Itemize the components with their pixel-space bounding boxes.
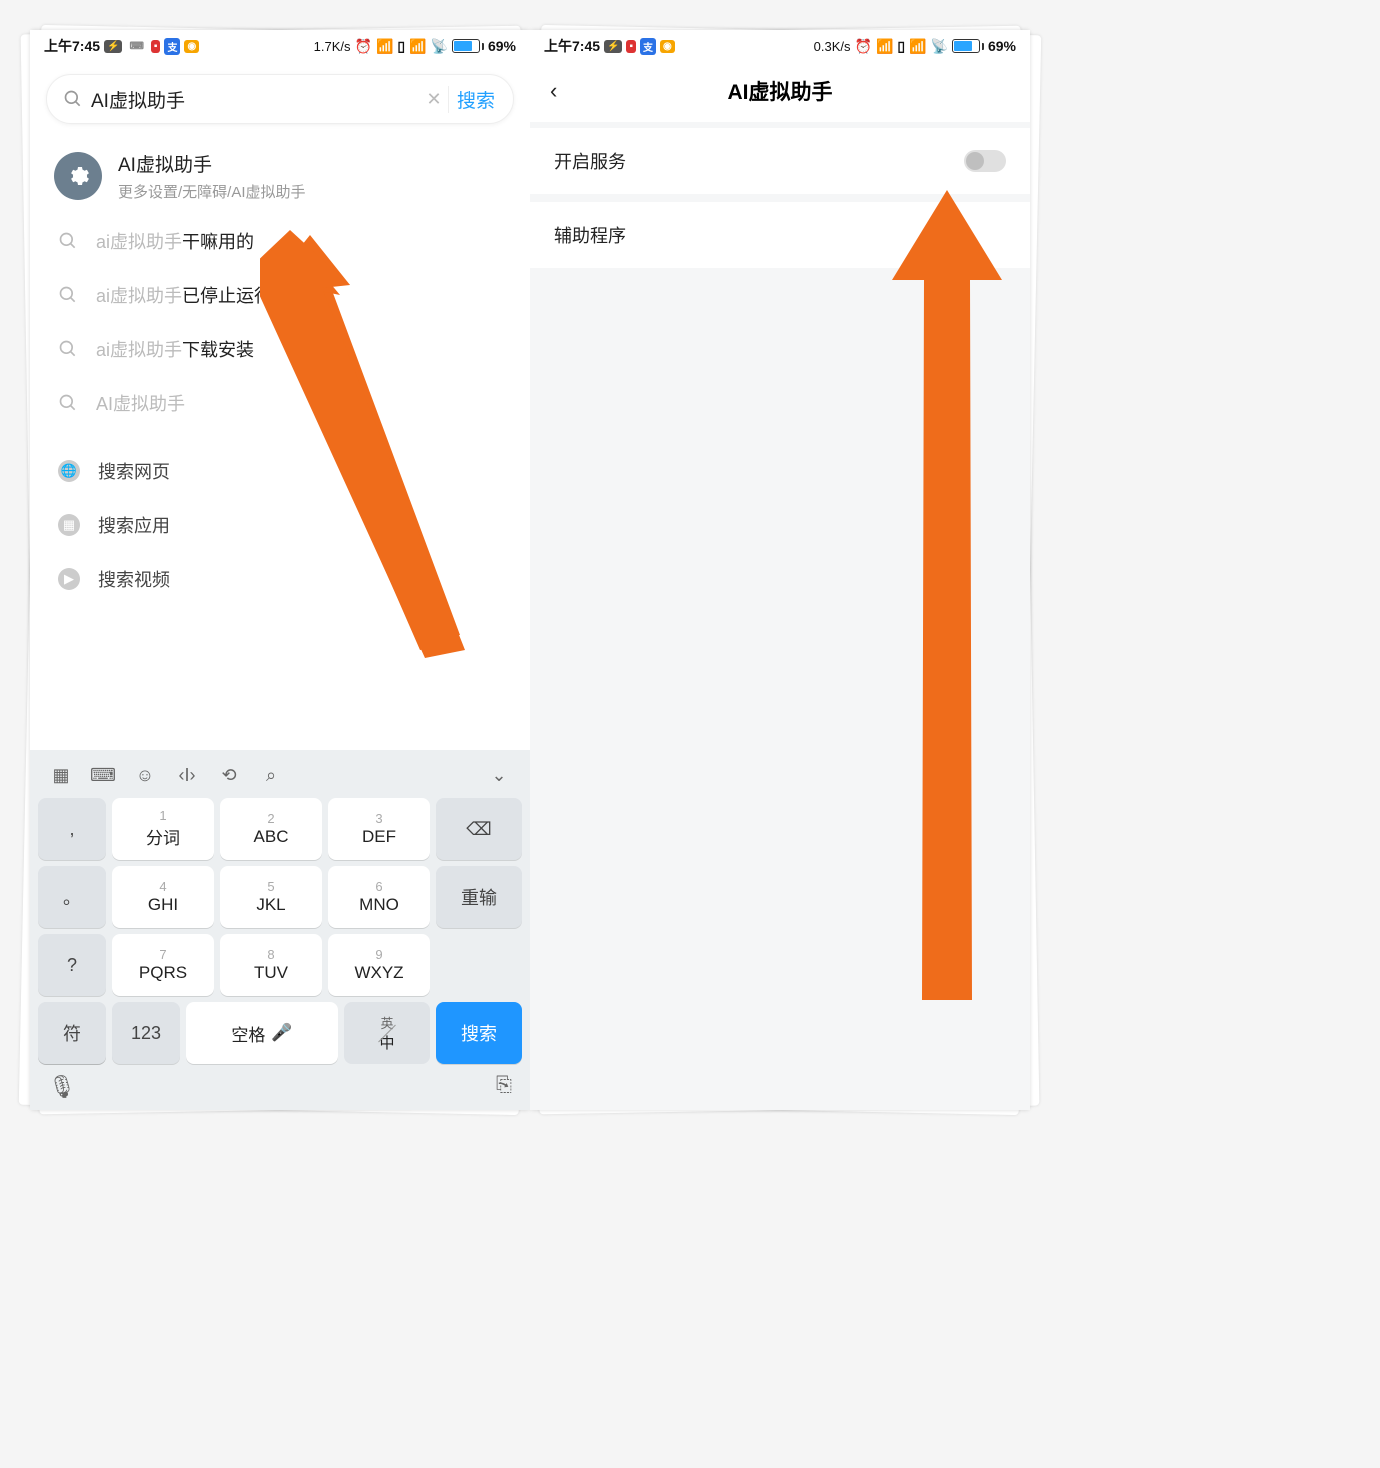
search-web[interactable]: 🌐 搜索网页 [30, 444, 530, 498]
globe-icon: 🌐 [58, 460, 80, 482]
page-title: AI虚拟助手 [728, 76, 833, 106]
status-bar: 上午7:45 ⚡ ▪ 支 ◉ 0.3K/s ⏰ 📶 ▯ 📶 📡 69% [530, 30, 1030, 60]
shield-icon: ⚡ [104, 40, 122, 53]
key-7[interactable]: 7PQRS [112, 934, 214, 996]
weibo-icon: ◉ [660, 40, 675, 53]
kb-keyboard-icon[interactable]: ⌨ [82, 760, 124, 790]
key-1[interactable]: 1分词 [112, 798, 214, 860]
alipay-icon: 支 [164, 38, 180, 55]
back-button[interactable]: ‹ [550, 78, 580, 104]
kb-cursor-icon[interactable]: ‹I› [166, 760, 208, 790]
suggestion-row[interactable]: AI虚拟助手 [30, 376, 530, 430]
assist-program-row[interactable]: 辅助程序 [530, 202, 1030, 268]
mic-icon: 🎤 [271, 1023, 292, 1043]
clipboard-icon[interactable]: ⎘ [496, 1074, 512, 1100]
net-speed: 1.7K/s [314, 39, 351, 54]
key-8[interactable]: 8TUV [220, 934, 322, 996]
keyboard-icon: ⌨ [126, 40, 146, 53]
suggestion-row[interactable]: ai虚拟助手下载安装 [30, 322, 530, 376]
gear-icon [54, 152, 102, 200]
battery-icon [452, 39, 484, 53]
search-button[interactable]: 搜索 [448, 86, 503, 113]
kb-collapse-icon[interactable]: ⌄ [478, 760, 520, 790]
search-icon [58, 285, 78, 305]
suggestion-row[interactable]: ai虚拟助手已停止运行 [30, 268, 530, 322]
key-3[interactable]: 3DEF [328, 798, 430, 860]
key-9[interactable]: 9WXYZ [328, 934, 430, 996]
search-icon [63, 89, 83, 109]
signal-icon: 📶 [876, 38, 893, 55]
battery-icon [952, 39, 984, 53]
alarm-icon: ⏰ [855, 38, 872, 55]
key-symbol[interactable]: 符 [38, 1002, 106, 1064]
key-search[interactable]: 搜索 [436, 1002, 522, 1064]
search-video[interactable]: ▶ 搜索视频 [30, 552, 530, 606]
key-period[interactable]: 。 [38, 866, 106, 928]
key-question[interactable]: ? [38, 934, 106, 996]
battery-pct: 69% [488, 38, 516, 54]
search-icon [58, 393, 78, 413]
clear-button[interactable]: ✕ [420, 89, 448, 110]
kb-grid-icon[interactable]: ▦ [40, 760, 82, 790]
page-header: ‹ AI虚拟助手 [530, 60, 1030, 122]
shield-icon: ⚡ [604, 40, 622, 53]
status-bar: 上午7:45 ⚡ ⌨ ▪ 支 ◉ 1.7K/s ⏰ 📶 ▯ 📶 📡 69% [30, 30, 530, 60]
signal2-icon: 📶 [909, 38, 926, 55]
right-screenshot: 上午7:45 ⚡ ▪ 支 ◉ 0.3K/s ⏰ 📶 ▯ 📶 📡 69% ‹ [530, 30, 1030, 1110]
kb-emoji-icon[interactable]: ☺ [124, 760, 166, 790]
status-time: 上午7:45 [544, 36, 600, 56]
wifi-icon: 📡 [931, 38, 948, 55]
wifi-icon: 📡 [431, 38, 448, 55]
alarm-icon: ⏰ [355, 38, 372, 55]
status-time: 上午7:45 [44, 36, 100, 56]
voice-icon[interactable]: 🎙 [48, 1074, 76, 1100]
result-path: 更多设置/无障碍/AI虚拟助手 [118, 181, 306, 202]
sim-icon: ▯ [897, 38, 905, 55]
signal2-icon: 📶 [409, 38, 426, 55]
app-badge-icon: ▪ [626, 40, 636, 53]
apps-icon: ▦ [58, 514, 80, 536]
search-icon [58, 231, 78, 251]
search-apps[interactable]: ▦ 搜索应用 [30, 498, 530, 552]
result-title: AI虚拟助手 [118, 150, 306, 177]
search-header: ✕ 搜索 [30, 60, 530, 132]
key-2[interactable]: 2ABC [220, 798, 322, 860]
search-bar: ✕ 搜索 [46, 74, 514, 124]
settings-body: 开启服务 辅助程序 [530, 122, 1030, 1110]
sim-icon: ▯ [397, 38, 405, 55]
suggestion-row[interactable]: ai虚拟助手干嘛用的 [30, 214, 530, 268]
app-badge-icon: ▪ [151, 40, 161, 53]
left-screenshot: 上午7:45 ⚡ ⌨ ▪ 支 ◉ 1.7K/s ⏰ 📶 ▯ 📶 📡 69% [30, 30, 530, 1110]
net-speed: 0.3K/s [814, 39, 851, 54]
key-backspace[interactable]: ⌫ [436, 798, 522, 860]
key-6[interactable]: 6MNO [328, 866, 430, 928]
battery-pct: 69% [988, 38, 1016, 54]
key-4[interactable]: 4GHI [112, 866, 214, 928]
alipay-icon: 支 [640, 38, 656, 55]
weibo-icon: ◉ [184, 40, 199, 53]
key-5[interactable]: 5JKL [220, 866, 322, 928]
key-lang[interactable]: 英中 [344, 1002, 430, 1064]
key-123[interactable]: 123 [112, 1002, 180, 1064]
kb-link-icon[interactable]: ⟲ [208, 760, 250, 790]
results-list: AI虚拟助手 更多设置/无障碍/AI虚拟助手 ai虚拟助手干嘛用的 ai虚拟助手… [30, 132, 530, 612]
key-reinput[interactable]: 重输 [436, 866, 522, 928]
key-comma[interactable]: , [38, 798, 106, 860]
search-input[interactable] [83, 88, 420, 110]
key-space[interactable]: 空格🎤 [186, 1002, 338, 1064]
soft-keyboard: ▦ ⌨ ☺ ‹I› ⟲ ⌕ ⌄ , 1分词 2ABC 3DEF ⌫ 。 4GHI… [30, 750, 530, 1110]
kb-search-icon[interactable]: ⌕ [250, 760, 292, 790]
enable-toggle[interactable] [964, 150, 1006, 172]
search-icon [58, 339, 78, 359]
signal-icon: 📶 [376, 38, 393, 55]
settings-result[interactable]: AI虚拟助手 更多设置/无障碍/AI虚拟助手 [30, 138, 530, 214]
enable-service-row[interactable]: 开启服务 [530, 128, 1030, 194]
video-icon: ▶ [58, 568, 80, 590]
